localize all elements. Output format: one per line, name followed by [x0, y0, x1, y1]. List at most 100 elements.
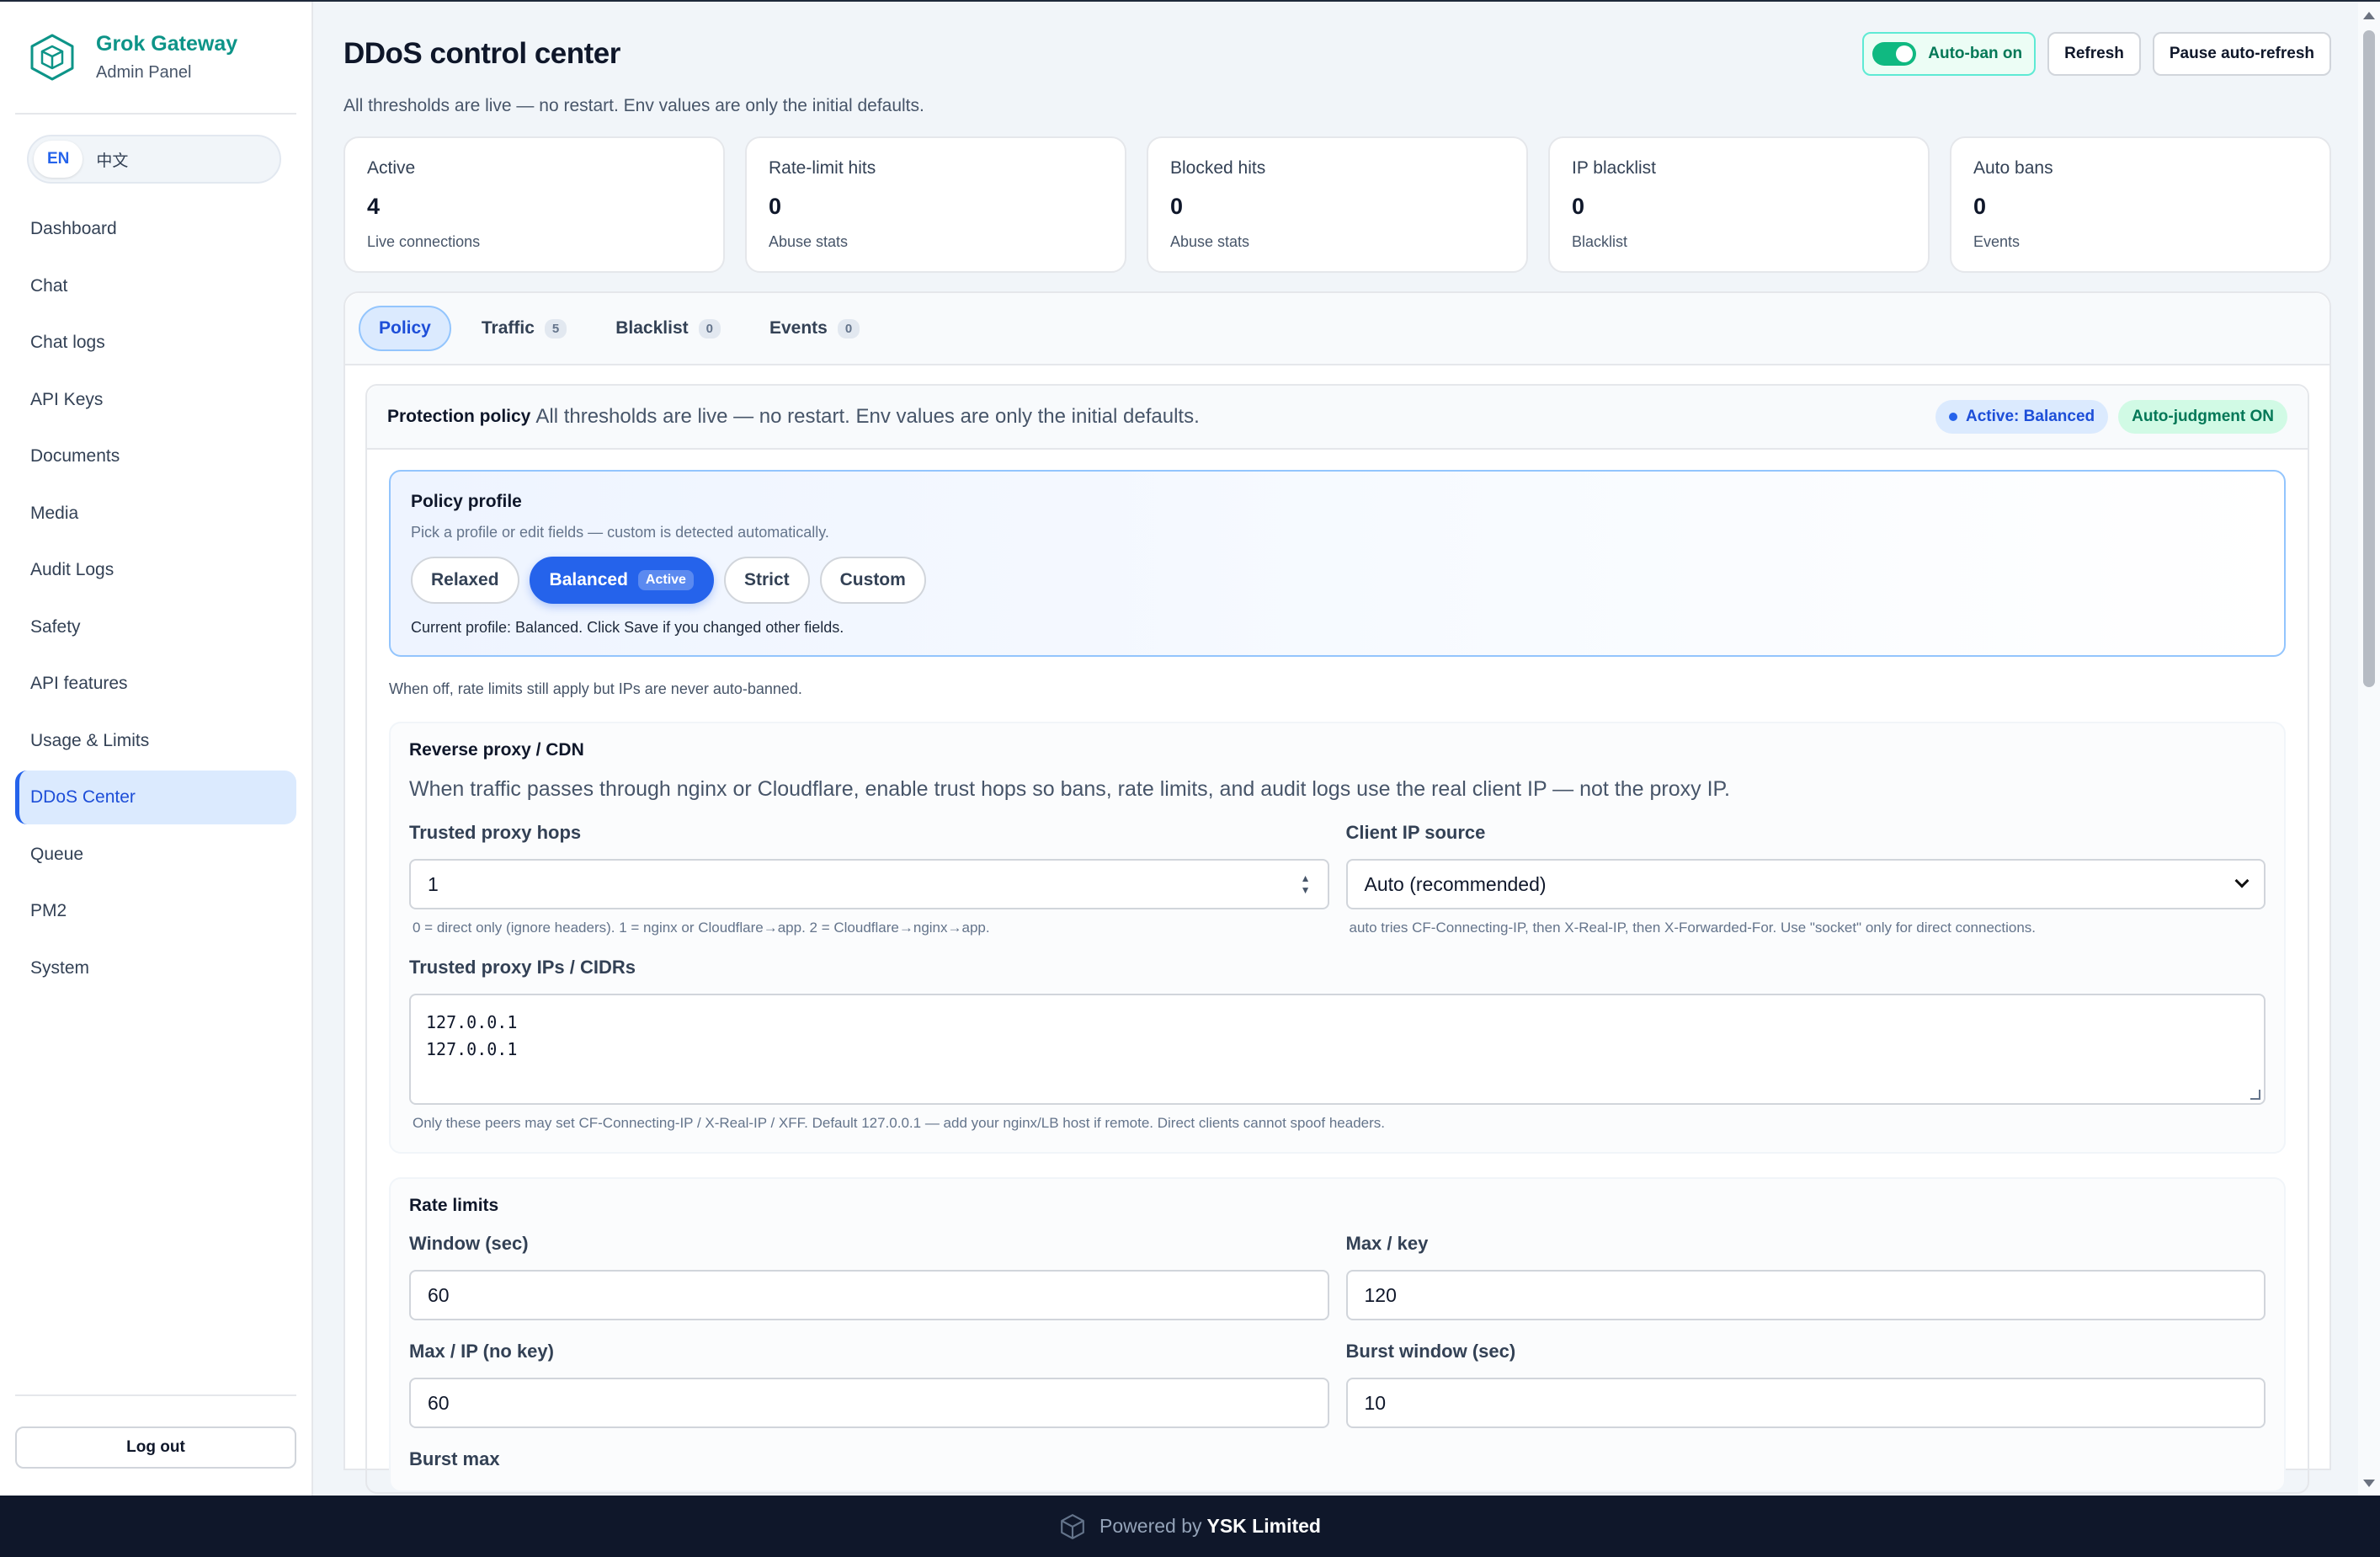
- stat-value: 0: [1572, 194, 1585, 219]
- profile-strict-button[interactable]: Strict: [723, 557, 810, 604]
- lang-en-button[interactable]: EN: [34, 141, 83, 178]
- sidebar-item-chat[interactable]: Chat: [15, 259, 296, 313]
- page-scrollbar[interactable]: [2358, 2, 2380, 1496]
- sidebar-item-documents[interactable]: Documents: [15, 429, 296, 483]
- logout-button[interactable]: Log out: [15, 1426, 296, 1469]
- stat-label: IP blacklist: [1572, 158, 1656, 178]
- field-help: Only these peers may set CF-Connecting-I…: [413, 1115, 1385, 1131]
- brand-subtitle: Admin Panel: [96, 63, 192, 82]
- refresh-button[interactable]: Refresh: [2047, 32, 2141, 76]
- field-help: 0 = direct only (ignore headers). 1 = ng…: [413, 920, 990, 936]
- profile-balanced-button[interactable]: Balanced Active: [529, 557, 714, 604]
- sidebar-item-safety[interactable]: Safety: [15, 600, 296, 654]
- profile-label: Balanced: [549, 570, 628, 589]
- sidebar-item-usage-limits[interactable]: Usage & Limits: [15, 714, 296, 768]
- tab-bar: Policy Traffic 5 Blacklist 0 Events 0: [345, 293, 2329, 365]
- stat-label: Blocked hits: [1170, 158, 1266, 178]
- stat-value: 0: [1170, 194, 1184, 219]
- chevron-down-icon: [2234, 873, 2250, 888]
- window-sec-input[interactable]: 60: [409, 1270, 1329, 1320]
- tab-traffic[interactable]: Traffic 5: [463, 306, 585, 351]
- resize-handle-icon[interactable]: [2250, 1090, 2260, 1100]
- brand: Grok Gateway Admin Panel: [15, 2, 296, 115]
- sidebar-item-media[interactable]: Media: [15, 487, 296, 541]
- pause-auto-refresh-button[interactable]: Pause auto-refresh: [2152, 32, 2331, 76]
- sidebar-item-api-features[interactable]: API features: [15, 657, 296, 711]
- autoban-label: Auto-ban on: [1928, 45, 2023, 62]
- trusted-proxy-hops-input[interactable]: 1 ▲ ▼: [409, 859, 1329, 909]
- scrollbar-thumb[interactable]: [2363, 30, 2375, 687]
- client-ip-source-select[interactable]: Auto (recommended): [1345, 859, 2266, 909]
- stat-note: Events: [1973, 233, 2021, 250]
- field-value: Auto (recommended): [1364, 872, 1547, 895]
- tab-count-badge: 0: [837, 318, 860, 339]
- max-per-key-input[interactable]: 120: [1345, 1270, 2266, 1320]
- brand-name: Grok Gateway: [96, 32, 238, 56]
- stat-value: 0: [1973, 194, 1987, 219]
- toggle-switch-icon: [1872, 42, 1917, 66]
- field-label: Client IP source: [1345, 822, 1486, 843]
- sidebar-item-queue[interactable]: Queue: [15, 828, 296, 882]
- sidebar-item-ddos-center[interactable]: DDoS Center: [15, 771, 296, 824]
- stats-row: Active 4 Live connections Rate-limit hit…: [343, 136, 2331, 273]
- number-spinner-icon[interactable]: ▲ ▼: [1301, 872, 1311, 896]
- protection-policy-header: Protection policy All thresholds are liv…: [367, 386, 2308, 450]
- tab-label: Blacklist: [615, 318, 689, 338]
- field-value: 1: [428, 872, 439, 895]
- sidebar-item-chat-logs[interactable]: Chat logs: [15, 316, 296, 370]
- tab-blacklist[interactable]: Blacklist 0: [597, 306, 739, 351]
- tab-events[interactable]: Events 0: [751, 306, 878, 351]
- stat-card-blocked-hits: Blocked hits 0 Abuse stats: [1147, 136, 1528, 273]
- sidebar-item-api-keys[interactable]: API Keys: [15, 373, 296, 427]
- sidebar-item-system[interactable]: System: [15, 941, 296, 995]
- reverse-proxy-section: Reverse proxy / CDN When traffic passes …: [389, 722, 2286, 1154]
- protection-policy-box: Protection policy All thresholds are liv…: [365, 384, 2309, 1494]
- tab-count-badge: 5: [544, 318, 567, 339]
- page-header: DDoS control center All thresholds are l…: [343, 2, 2380, 136]
- profile-relaxed-button[interactable]: Relaxed: [411, 557, 519, 604]
- language-switch: EN 中文: [27, 135, 281, 184]
- stat-card-rate-limit-hits: Rate-limit hits 0 Abuse stats: [745, 136, 1126, 273]
- policy-profile-title: Policy profile: [411, 492, 522, 511]
- section-title: Rate limits: [409, 1196, 499, 1215]
- protection-policy-title: Protection policy: [387, 407, 531, 426]
- policy-badges: Active: Balanced Auto-judgment ON: [1935, 400, 2287, 434]
- burst-window-input[interactable]: 10: [1345, 1378, 2266, 1428]
- stat-label: Active: [367, 158, 416, 178]
- tab-label: Events: [769, 318, 828, 338]
- tab-policy[interactable]: Policy: [359, 306, 451, 351]
- max-per-ip-input[interactable]: 60: [409, 1378, 1329, 1428]
- stat-card-auto-bans: Auto bans 0 Events: [1950, 136, 2331, 273]
- field-label: Burst window (sec): [1345, 1341, 1516, 1362]
- footer-prefix: Powered by: [1099, 1515, 1202, 1537]
- stat-note: Abuse stats: [769, 233, 849, 250]
- tab-label: Policy: [379, 318, 431, 338]
- scroll-up-arrow-icon[interactable]: [2363, 12, 2375, 19]
- stat-note: Live connections: [367, 233, 481, 250]
- trusted-proxy-cidrs-textarea[interactable]: 127.0.0.1 127.0.0.1: [409, 994, 2266, 1105]
- page-footer: Powered by YSK Limited: [0, 1496, 2380, 1557]
- tab-label: Traffic: [481, 318, 535, 338]
- sidebar-item-audit-logs[interactable]: Audit Logs: [15, 543, 296, 597]
- lang-zh-button[interactable]: 中文: [83, 141, 141, 178]
- field-label: Window (sec): [409, 1233, 529, 1254]
- sidebar: Grok Gateway Admin Panel EN 中文 Dashboard…: [0, 2, 313, 1496]
- footer-company: YSK Limited: [1206, 1515, 1321, 1537]
- page-subtitle: All thresholds are live — no restart. En…: [343, 96, 924, 115]
- scroll-down-arrow-icon[interactable]: [2363, 1480, 2375, 1487]
- sidebar-footer: Log out: [15, 1394, 296, 1469]
- profile-custom-button[interactable]: Custom: [819, 557, 926, 604]
- sidebar-item-dashboard[interactable]: Dashboard: [15, 202, 296, 256]
- field-label: Max / IP (no key): [409, 1341, 554, 1362]
- sidebar-item-pm2[interactable]: PM2: [15, 884, 296, 938]
- cube-logo-icon: [1061, 1513, 1084, 1539]
- tab-count-badge: 0: [698, 318, 721, 339]
- field-label: Max / key: [1345, 1233, 1429, 1254]
- stat-note: Blacklist: [1572, 233, 1628, 250]
- section-title: Reverse proxy / CDN: [409, 740, 584, 760]
- field-label: Trusted proxy hops: [409, 822, 582, 843]
- policy-profile-subtitle: Pick a profile or edit fields — custom i…: [411, 524, 829, 541]
- header-actions: Auto-ban on Refresh Pause auto-refresh: [1862, 32, 2331, 76]
- autoban-toggle[interactable]: Auto-ban on: [1862, 32, 2037, 76]
- stat-card-active: Active 4 Live connections: [343, 136, 725, 273]
